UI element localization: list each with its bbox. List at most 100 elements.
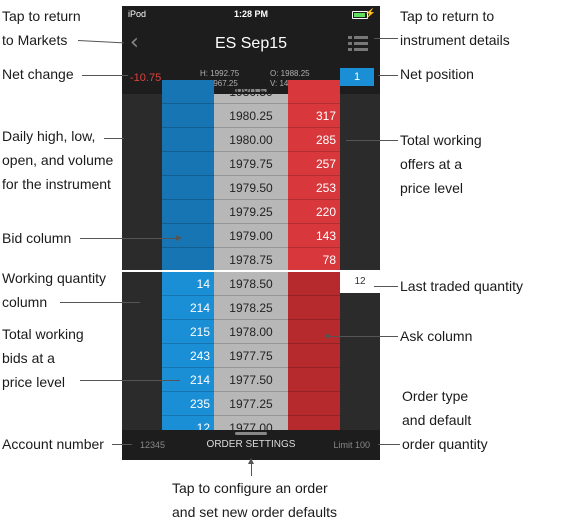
callout-net-change: Net change — [2, 66, 74, 82]
bid-cell[interactable] — [162, 200, 214, 224]
bid-cell[interactable] — [162, 80, 214, 104]
price-cell: 1978.75 — [214, 248, 288, 272]
bid-cell[interactable] — [162, 152, 214, 176]
price-cell: 1978.25 — [214, 296, 288, 320]
leader-line — [374, 38, 398, 39]
arrow-up-icon — [248, 458, 254, 464]
callout-daily-2: open, and volume — [2, 152, 114, 168]
price-cell: 1980.00 — [214, 128, 288, 152]
callout-return-instr-1: Tap to return to — [400, 8, 495, 24]
bid-cell[interactable] — [162, 104, 214, 128]
price-cell: 1979.00 — [214, 224, 288, 248]
bid-cell[interactable]: 214 — [162, 296, 214, 320]
price-cell: 1977.50 — [214, 368, 288, 392]
callout-bids-2: bids at a — [2, 350, 55, 366]
leader-line — [80, 380, 180, 381]
callout-order-type-1: Order type — [402, 388, 469, 404]
ask-cell[interactable] — [288, 368, 340, 392]
ask-cell[interactable] — [288, 80, 340, 104]
callout-offers-1: Total working — [400, 132, 482, 148]
leader-line — [374, 286, 398, 287]
callout-offers-3: price level — [400, 180, 464, 196]
callout-daily-3: for the instrument — [2, 176, 111, 192]
ask-cell[interactable]: 257 — [288, 152, 340, 176]
price-cell: 1979.75 — [214, 152, 288, 176]
instrument-title: ES Sep15 — [214, 35, 288, 52]
net-position[interactable]: 1 — [340, 68, 374, 86]
callout-ask-column: Ask column — [400, 328, 473, 344]
daily-open: O: 1988.25 — [270, 69, 310, 78]
callout-working-qty-2: column — [2, 294, 48, 310]
price-cell: 1977.75 — [214, 344, 288, 368]
clock: 1:28 PM — [233, 9, 268, 19]
callout-bid-column: Bid column — [2, 230, 72, 246]
ask-cell[interactable]: 253 — [288, 176, 340, 200]
bid-cell[interactable]: 215 — [162, 320, 214, 344]
arrow-right-icon — [176, 235, 182, 241]
ask-cell[interactable]: 285 — [288, 128, 340, 152]
arrow-left-icon — [324, 333, 330, 339]
price-cell: 1978.00 — [214, 320, 288, 344]
callout-bids-3: price level — [2, 374, 66, 390]
bid-cell[interactable] — [162, 224, 214, 248]
callout-net-position: Net position — [400, 66, 474, 82]
status-bar: iPod 1:28 PM ⚡ — [122, 6, 380, 24]
callout-configure-1: Tap to configure an order — [172, 480, 328, 496]
bid-cell[interactable] — [162, 248, 214, 272]
price-column: 1980.50 1980.25 1980.00 1979.75 1979.50 1979.… — [214, 85, 288, 440]
leader-line — [378, 444, 400, 445]
footer-bar: 12345 ORDER SETTINGS Limit 100 — [122, 430, 380, 460]
ask-cell[interactable]: 78 — [288, 248, 340, 272]
order-type-default-qty[interactable]: Limit 100 — [333, 440, 370, 450]
ask-cell[interactable] — [288, 392, 340, 416]
price-cell: 1979.50 — [214, 176, 288, 200]
leader-line — [378, 75, 398, 76]
last-traded-quantity: 12 — [340, 271, 380, 293]
callout-working-qty-1: Working quantity — [2, 270, 107, 286]
callout-offers-2: offers at a — [400, 156, 463, 172]
bid-cell[interactable]: 235 — [162, 392, 214, 416]
callout-order-type-2: and default — [402, 412, 472, 428]
leader-line — [104, 138, 124, 139]
callout-return-markets-1: Tap to return — [2, 8, 81, 24]
net-change: -10.75 — [130, 72, 162, 84]
ask-column[interactable]: 317 285 257 253 220 143 78 — [288, 80, 340, 440]
price-cell: 1980.50 — [214, 80, 288, 104]
callout-daily-1: Daily high, low, — [2, 128, 96, 144]
charging-icon: ⚡ — [364, 8, 376, 18]
ask-cell[interactable]: 220 — [288, 200, 340, 224]
price-cell: 1977.25 — [214, 392, 288, 416]
leader-line — [80, 238, 176, 239]
price-cell: 1980.25 — [214, 104, 288, 128]
ask-cell[interactable]: 317 — [288, 104, 340, 128]
ask-cell[interactable] — [288, 320, 340, 344]
nav-bar: ‹ ES Sep15 — [122, 24, 380, 64]
callout-configure-2: and set new order defaults — [172, 504, 337, 520]
ask-cell[interactable] — [288, 272, 340, 296]
daily-high: H: 1992.75 — [200, 69, 240, 78]
leader-line — [112, 444, 132, 445]
callout-order-type-3: order quantity — [402, 436, 488, 452]
leader-line — [60, 302, 140, 303]
callout-return-instr-2: instrument details — [400, 32, 510, 48]
phone-screen: iPod 1:28 PM ⚡ ‹ ES Sep15 -10.75 H: 1992… — [122, 6, 380, 460]
callout-last-traded: Last traded quantity — [400, 278, 523, 294]
price-cell: 1979.25 — [214, 200, 288, 224]
ask-cell[interactable] — [288, 344, 340, 368]
bid-cell[interactable] — [162, 128, 214, 152]
leader-line — [82, 75, 128, 76]
ask-cell[interactable] — [288, 296, 340, 320]
callout-return-markets-2: to Markets — [2, 32, 68, 48]
leader-line — [77, 40, 124, 44]
ask-cell[interactable]: 143 — [288, 224, 340, 248]
bid-cell[interactable]: 243 — [162, 344, 214, 368]
drag-handle[interactable] — [235, 432, 267, 435]
price-cell: 1978.50 — [214, 272, 288, 296]
leader-line — [330, 336, 398, 337]
callout-bids-1: Total working — [2, 326, 84, 342]
bid-cell[interactable]: 14 — [162, 272, 214, 296]
leader-line — [251, 462, 252, 476]
callout-account-number: Account number — [2, 436, 104, 452]
menu-list-icon[interactable] — [348, 36, 368, 52]
bid-cell[interactable] — [162, 176, 214, 200]
